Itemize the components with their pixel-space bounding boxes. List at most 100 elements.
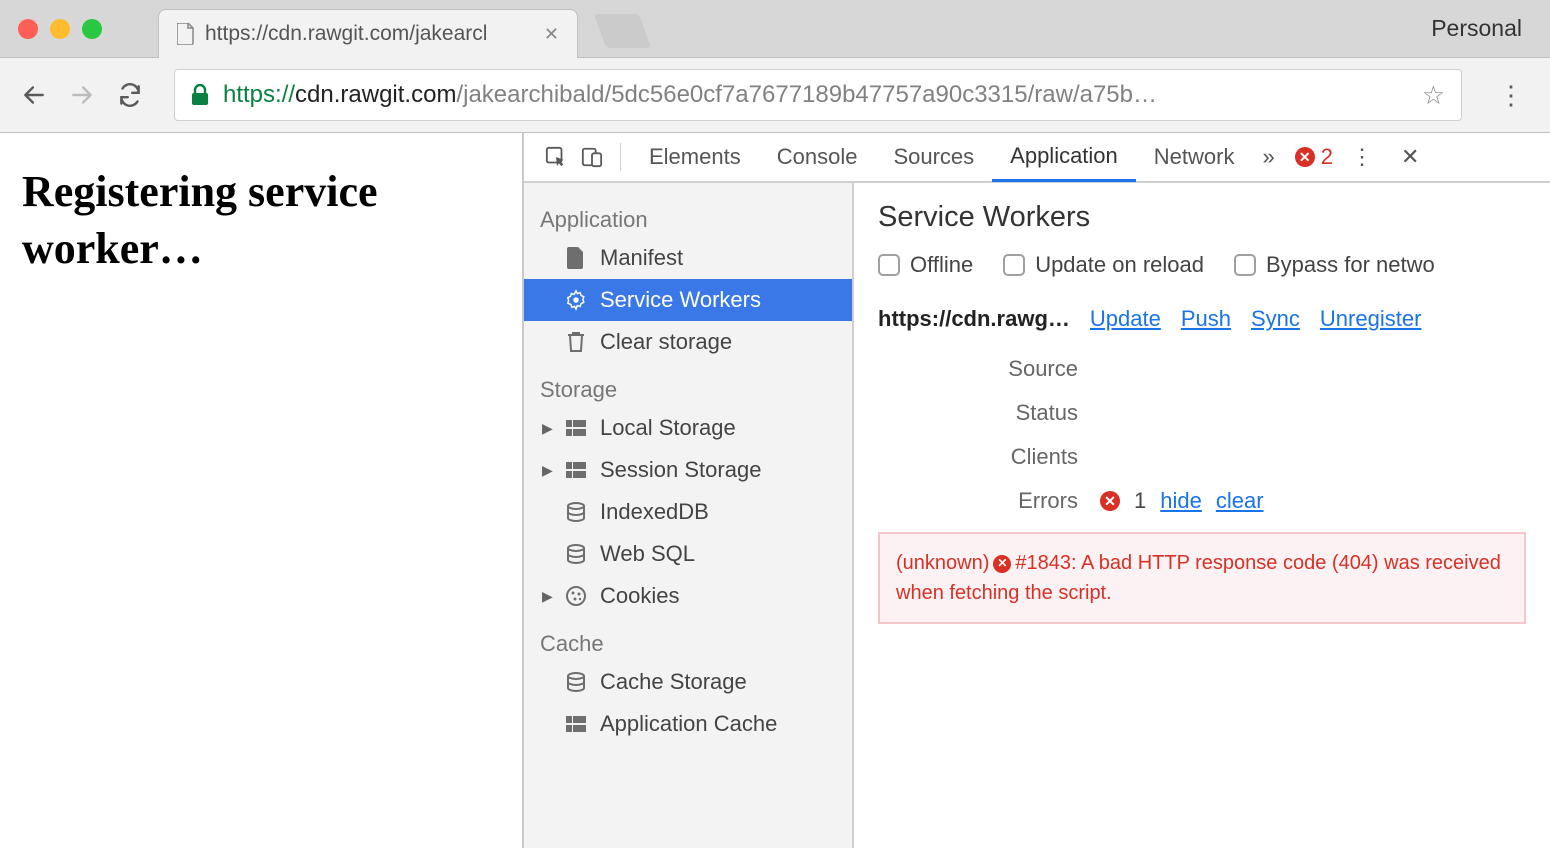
sidebar-item-label: Clear storage	[600, 329, 732, 355]
forward-button[interactable]	[66, 79, 98, 111]
clear-errors-link[interactable]: clear	[1216, 488, 1264, 514]
update-on-reload-checkbox[interactable]: Update on reload	[1003, 252, 1204, 278]
hide-errors-link[interactable]: hide	[1160, 488, 1202, 514]
grid-icon	[564, 462, 588, 478]
error-count-badge[interactable]: ✕ 2	[1295, 144, 1333, 170]
error-count: 2	[1321, 144, 1333, 170]
checkbox-icon	[1003, 254, 1025, 276]
sidebar-group-application: Application	[524, 193, 852, 237]
sidebar-item-service-workers[interactable]: Service Workers	[524, 279, 852, 321]
sidebar-item-application-cache[interactable]: Application Cache	[524, 703, 852, 745]
sw-clients-row: Clients	[878, 444, 1526, 470]
tab-close-button[interactable]: ✕	[544, 24, 559, 45]
sidebar-item-local-storage[interactable]: ▶ Local Storage	[524, 407, 852, 449]
update-link[interactable]: Update	[1090, 306, 1161, 332]
reload-button[interactable]	[114, 79, 146, 111]
expand-icon[interactable]: ▶	[542, 462, 553, 479]
sync-link[interactable]: Sync	[1251, 306, 1300, 332]
sidebar-item-label: Application Cache	[600, 711, 777, 737]
sw-error-message: (unknown)✕#1843: A bad HTTP response cod…	[878, 532, 1526, 624]
expand-icon[interactable]: ▶	[542, 588, 553, 605]
sw-actions-row: https://cdn.rawg… Update Push Sync Unreg…	[878, 306, 1526, 332]
sidebar-item-cookies[interactable]: ▶ Cookies	[524, 575, 852, 617]
sw-error-count: 1	[1134, 488, 1146, 514]
error-icon: ✕	[993, 555, 1011, 573]
expand-icon[interactable]: ▶	[542, 420, 553, 437]
tab-application[interactable]: Application	[992, 132, 1136, 182]
bypass-for-network-checkbox[interactable]: Bypass for netwo	[1234, 252, 1435, 278]
manifest-icon	[564, 247, 588, 269]
browser-toolbar: https://cdn.rawgit.com/jakearchibald/5dc…	[0, 58, 1550, 133]
database-icon	[564, 672, 588, 692]
sw-errors-row: Errors ✕ 1 hide clear	[878, 488, 1526, 514]
browser-menu-button[interactable]: ⋮	[1490, 80, 1532, 111]
page-content: Registering service worker…	[0, 133, 522, 848]
tabs-overflow-button[interactable]: »	[1252, 144, 1284, 170]
url-text: https://cdn.rawgit.com/jakearchibald/5dc…	[223, 81, 1157, 109]
grid-icon	[564, 420, 588, 436]
page-heading: Registering service worker…	[22, 163, 500, 277]
sidebar-item-label: Service Workers	[600, 287, 761, 313]
sw-options-row: Offline Update on reload Bypass for netw…	[878, 252, 1526, 278]
sidebar-item-clear-storage[interactable]: Clear storage	[524, 321, 852, 363]
back-button[interactable]	[18, 79, 50, 111]
sidebar-group-storage: Storage	[524, 363, 852, 407]
browser-titlebar: https://cdn.rawgit.com/jakearcl ✕ Person…	[0, 0, 1550, 58]
sidebar-item-manifest[interactable]: Manifest	[524, 237, 852, 279]
sidebar-item-session-storage[interactable]: ▶ Session Storage	[524, 449, 852, 491]
separator	[620, 143, 621, 171]
offline-checkbox[interactable]: Offline	[878, 252, 973, 278]
profile-label[interactable]: Personal	[1431, 15, 1522, 42]
gear-icon	[564, 289, 588, 311]
trash-icon	[564, 331, 588, 353]
close-window-button[interactable]	[18, 19, 38, 39]
devtools-panel: Elements Console Sources Application Net…	[522, 133, 1550, 848]
database-icon	[564, 544, 588, 564]
sidebar-item-label: Manifest	[600, 245, 683, 271]
browser-tab[interactable]: https://cdn.rawgit.com/jakearcl ✕	[158, 9, 578, 58]
error-icon: ✕	[1100, 491, 1120, 511]
sw-scope-domain: https://cdn.rawg…	[878, 306, 1070, 332]
push-link[interactable]: Push	[1181, 306, 1231, 332]
cookie-icon	[564, 586, 588, 606]
lock-icon	[191, 84, 209, 106]
maximize-window-button[interactable]	[82, 19, 102, 39]
tab-network[interactable]: Network	[1136, 132, 1253, 182]
sidebar-item-websql[interactable]: Web SQL	[524, 533, 852, 575]
bookmark-star-icon[interactable]: ☆	[1422, 80, 1445, 111]
sw-status-row: Status	[878, 400, 1526, 426]
unregister-link[interactable]: Unregister	[1320, 306, 1421, 332]
device-toggle-icon[interactable]	[574, 139, 610, 175]
checkbox-icon	[878, 254, 900, 276]
devtools-close-button[interactable]: ✕	[1391, 144, 1429, 170]
new-tab-button[interactable]	[594, 14, 651, 48]
error-source: (unknown)	[896, 552, 989, 574]
service-workers-panel: Service Workers Offline Update on reload…	[854, 183, 1550, 848]
sidebar-item-label: Cache Storage	[600, 669, 747, 695]
sidebar-item-label: Cookies	[600, 583, 679, 609]
sidebar-item-label: Session Storage	[600, 457, 761, 483]
file-icon	[177, 23, 195, 45]
error-icon: ✕	[1295, 147, 1315, 167]
sidebar-item-label: IndexedDB	[600, 499, 709, 525]
window-controls	[18, 19, 102, 39]
tab-console[interactable]: Console	[759, 132, 876, 182]
sidebar-item-cache-storage[interactable]: Cache Storage	[524, 661, 852, 703]
tab-sources[interactable]: Sources	[875, 132, 992, 182]
sw-source-row: Source	[878, 356, 1526, 382]
panel-title: Service Workers	[878, 201, 1526, 234]
tab-title: https://cdn.rawgit.com/jakearcl	[205, 22, 487, 46]
sidebar-item-label: Web SQL	[600, 541, 695, 567]
sidebar-item-indexeddb[interactable]: IndexedDB	[524, 491, 852, 533]
sw-errors-value: ✕ 1 hide clear	[1100, 488, 1264, 514]
application-sidebar: Application Manifest Service Workers Cle…	[524, 183, 854, 848]
inspect-icon[interactable]	[538, 139, 574, 175]
database-icon	[564, 502, 588, 522]
address-bar[interactable]: https://cdn.rawgit.com/jakearchibald/5dc…	[174, 69, 1462, 121]
minimize-window-button[interactable]	[50, 19, 70, 39]
tab-elements[interactable]: Elements	[631, 132, 759, 182]
grid-icon	[564, 716, 588, 732]
main-area: Registering service worker… Elements Con…	[0, 133, 1550, 848]
devtools-menu-button[interactable]: ⋮	[1341, 144, 1383, 170]
devtools-body: Application Manifest Service Workers Cle…	[524, 183, 1550, 848]
